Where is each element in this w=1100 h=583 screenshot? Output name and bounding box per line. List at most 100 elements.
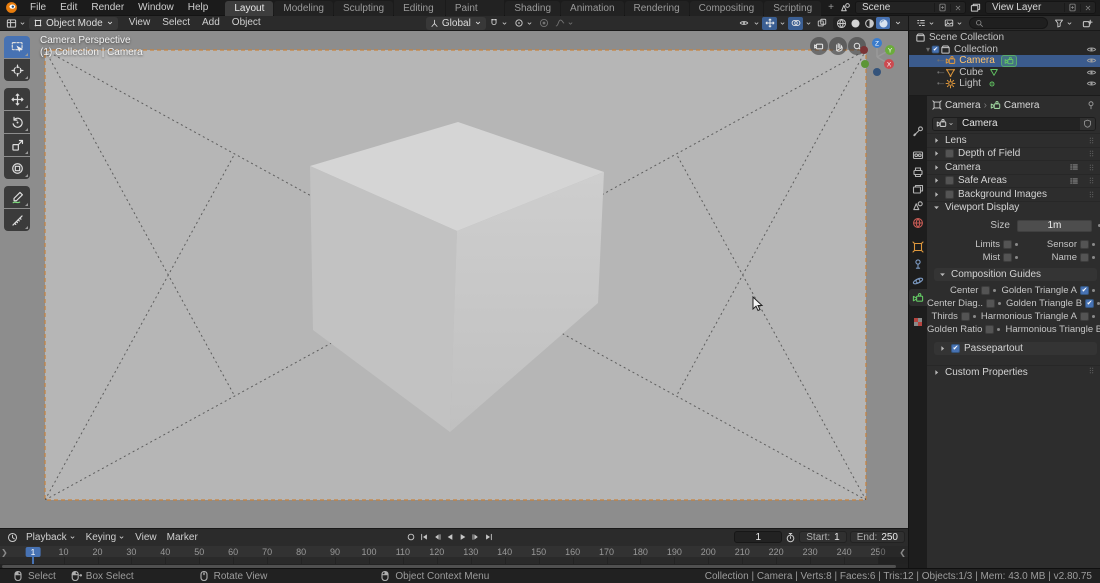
proportional-falloff-dropdown[interactable]	[552, 17, 577, 30]
jump-end-button[interactable]	[483, 531, 494, 543]
play-reverse-button[interactable]	[444, 531, 455, 543]
hide-in-viewport-eye-icon[interactable]	[1086, 55, 1097, 66]
properties-tab-view-layer[interactable]	[909, 180, 927, 197]
menu-help[interactable]: Help	[181, 0, 216, 15]
drag-handle-icon[interactable]	[1087, 366, 1096, 378]
datablock-name-input[interactable]: Camera	[957, 118, 1080, 130]
outliner-item-collection[interactable]: ▾✔Collection	[909, 44, 1100, 56]
size-field[interactable]: 1m	[1017, 220, 1092, 232]
animate-dot[interactable]	[1092, 315, 1095, 318]
menu-render[interactable]: Render	[84, 0, 131, 15]
panel-checkbox[interactable]	[945, 190, 954, 199]
animate-dot[interactable]	[1015, 243, 1018, 246]
camera-data-badge[interactable]	[1001, 55, 1017, 67]
menu-window[interactable]: Window	[131, 0, 181, 15]
mesh-data-badge[interactable]	[989, 67, 999, 77]
animate-dot[interactable]	[1092, 256, 1095, 259]
overlays-toggle[interactable]	[788, 17, 803, 30]
next-keyframe-button[interactable]	[470, 531, 481, 543]
drag-handle-icon[interactable]	[1087, 190, 1096, 199]
new-scene-button[interactable]	[934, 3, 950, 12]
properties-tab-physics[interactable]	[909, 272, 927, 289]
viewport-menu-object[interactable]: Object	[226, 16, 267, 30]
camera-view-button[interactable]	[810, 37, 828, 55]
properties-tab-constraints[interactable]	[909, 255, 927, 272]
checkbox-thirds[interactable]	[961, 312, 970, 321]
animate-dot[interactable]	[973, 315, 976, 318]
panel-checkbox[interactable]	[945, 176, 954, 185]
viewport-3d[interactable]: Camera Perspective (1) Collection | Came…	[0, 31, 908, 528]
panel-safe-areas[interactable]: Safe Areas	[927, 174, 1100, 188]
outliner-item-scene-collection[interactable]: Scene Collection	[909, 32, 1100, 44]
pin-icon[interactable]	[1086, 100, 1096, 110]
new-collection-button[interactable]	[1079, 17, 1096, 30]
panel-camera[interactable]: Camera	[927, 160, 1100, 174]
outliner-item-cube[interactable]: •–Cube	[909, 67, 1100, 79]
timeline-ruler[interactable]: 1020304050607080901001101201301401501601…	[0, 546, 908, 557]
timeline-editor-type-button[interactable]	[4, 531, 21, 544]
animate-dot[interactable]	[997, 328, 1000, 331]
xray-toggle[interactable]	[814, 17, 829, 30]
checkbox-center-diag-[interactable]	[986, 299, 995, 308]
gizmo-z-neg[interactable]	[873, 68, 881, 76]
timeline-menu-playback[interactable]: Playback	[21, 532, 81, 543]
tab-rendering[interactable]: Rendering	[625, 1, 689, 16]
drag-handle-icon[interactable]	[1087, 136, 1096, 145]
current-frame-field[interactable]: 1	[734, 531, 782, 543]
tool-move[interactable]	[4, 88, 30, 110]
panel-passepartout[interactable]: ✔ Passepartout	[934, 342, 1097, 355]
scene-name[interactable]: Scene	[856, 2, 934, 13]
properties-tab-texture[interactable]	[909, 313, 927, 330]
timeline-menu-view[interactable]: View	[130, 532, 162, 543]
remove-view-layer-button[interactable]	[1080, 4, 1095, 12]
fake-user-shield-icon[interactable]	[1080, 118, 1095, 130]
checkbox-name[interactable]	[1080, 253, 1089, 262]
gizmo-x-neg[interactable]	[860, 46, 868, 54]
properties-tab-render[interactable]	[909, 146, 927, 163]
new-view-layer-button[interactable]	[1064, 3, 1080, 12]
outliner-editor-type-button[interactable]	[913, 17, 938, 30]
timeline-menu-marker[interactable]: Marker	[162, 532, 203, 543]
hide-in-viewport-eye-icon[interactable]	[1086, 44, 1097, 55]
chevron-down-icon[interactable]	[779, 20, 786, 27]
mode-dropdown[interactable]: Object Mode	[29, 17, 118, 30]
tab-compositing[interactable]: Compositing	[690, 1, 764, 16]
visibility-toggle[interactable]	[736, 17, 751, 30]
viewport-menu-view[interactable]: View	[123, 16, 157, 30]
jump-start-button[interactable]	[418, 531, 429, 543]
shading-solid-button[interactable]	[848, 17, 862, 29]
shading-dropdown[interactable]	[891, 17, 905, 30]
animate-dot[interactable]	[1092, 243, 1095, 246]
chevron-down-icon[interactable]	[805, 20, 812, 27]
panel-lens[interactable]: Lens	[927, 133, 1100, 147]
blender-logo-icon[interactable]	[0, 1, 23, 14]
properties-tab-world[interactable]	[909, 214, 927, 231]
collection-checkbox[interactable]: ✔	[932, 45, 940, 53]
passepartout-checkbox[interactable]: ✔	[951, 344, 960, 353]
tab-layout[interactable]: Layout	[225, 1, 273, 16]
panel-composition-guides[interactable]: Composition Guides	[934, 268, 1097, 281]
tool-scale[interactable]	[4, 134, 30, 156]
panel-viewport-display[interactable]: Viewport Display	[927, 201, 1100, 215]
snap-target-dropdown[interactable]	[511, 17, 536, 30]
tab-modeling[interactable]: Modeling	[274, 1, 333, 16]
gizmo-y-neg[interactable]	[861, 60, 869, 68]
unlink-scene-button[interactable]	[950, 4, 965, 12]
properties-tab-output[interactable]	[909, 163, 927, 180]
panel-checkbox[interactable]	[945, 149, 954, 158]
tab-texture-paint[interactable]: Texture Paint	[446, 0, 504, 16]
prev-keyframe-button[interactable]	[431, 531, 442, 543]
chevron-down-icon[interactable]	[753, 20, 760, 27]
pan-view-button[interactable]	[829, 37, 847, 55]
tool-cursor[interactable]	[4, 59, 30, 81]
frame-end-field[interactable]: End: 250	[850, 531, 905, 543]
tab-animation[interactable]: Animation	[561, 1, 623, 16]
hide-in-viewport-eye-icon[interactable]	[1086, 67, 1097, 78]
scene-icon[interactable]	[840, 2, 851, 13]
checkbox-golden-triangle-b[interactable]: ✔	[1085, 299, 1094, 308]
gizmos-toggle[interactable]	[762, 17, 777, 30]
frame-start-field[interactable]: Start: 1	[799, 531, 846, 543]
checkbox-golden-ratio[interactable]	[985, 325, 994, 334]
presets-list-icon[interactable]	[1069, 162, 1079, 172]
tool-annotate[interactable]	[4, 186, 30, 208]
